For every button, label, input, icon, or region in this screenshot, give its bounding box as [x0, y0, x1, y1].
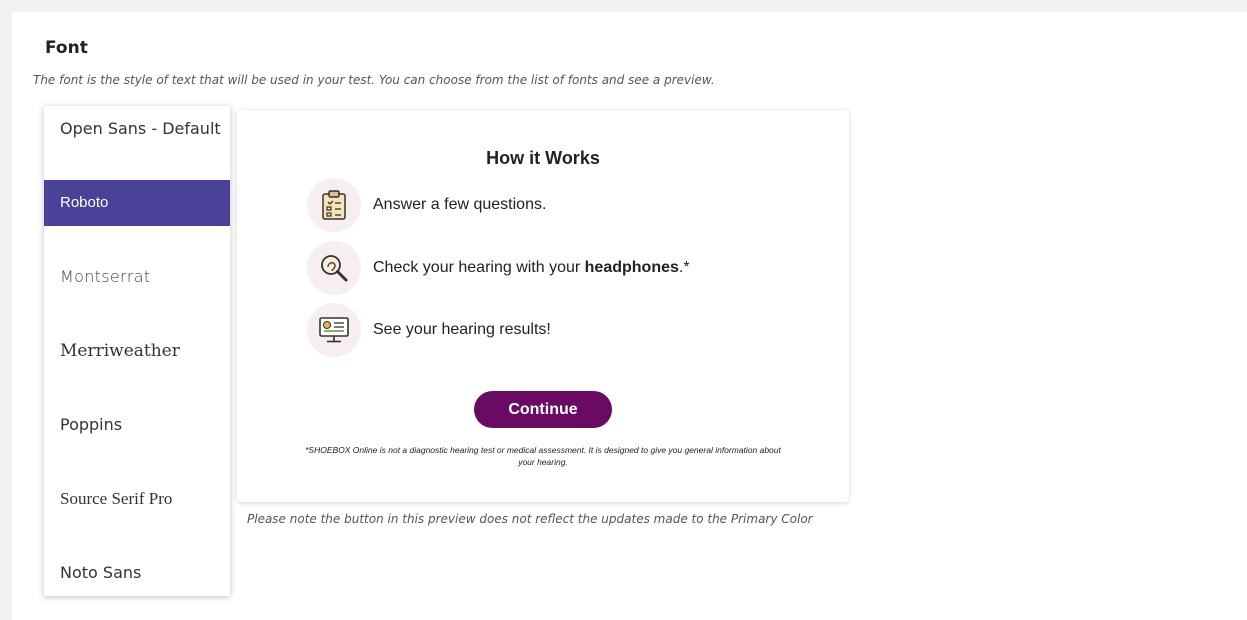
ear-magnifier-icon — [307, 241, 361, 295]
continue-button[interactable]: Continue — [474, 391, 612, 428]
font-option-roboto[interactable]: Roboto — [44, 180, 230, 226]
preview-note: Please note the button in this preview d… — [247, 512, 813, 526]
step-text: Check your hearing with your headphones.… — [373, 259, 690, 276]
font-option-poppins[interactable]: Poppins — [44, 402, 230, 448]
clipboard-icon — [307, 178, 361, 232]
step-see-results: See your hearing results! — [307, 303, 551, 357]
font-list: Open Sans - Default Roboto Montserrat Me… — [44, 106, 230, 596]
disclaimer-text: *SHOEBOX Online is not a diagnostic hear… — [305, 445, 781, 467]
font-option-merriweather[interactable]: Merriweather — [44, 328, 230, 374]
step-check-hearing: Check your hearing with your headphones.… — [307, 241, 690, 295]
preview-title: How it Works — [486, 148, 600, 168]
font-settings-panel: Font The font is the style of text that … — [12, 12, 1247, 620]
step-text: See your hearing results! — [373, 321, 551, 338]
font-option-noto-sans[interactable]: Noto Sans — [44, 550, 230, 596]
section-description: The font is the style of text that will … — [33, 73, 715, 87]
step-text: Answer a few questions. — [373, 196, 547, 213]
step-answer-questions: Answer a few questions. — [307, 178, 546, 232]
font-option-source-serif-pro[interactable]: Source Serif Pro — [44, 476, 230, 522]
font-preview-card: How it Works Answer a few questions. Che… — [237, 110, 849, 502]
font-option-montserrat[interactable]: Montserrat — [44, 254, 230, 300]
font-option-open-sans[interactable]: Open Sans - Default — [44, 106, 230, 152]
monitor-results-icon — [307, 303, 361, 357]
section-title: Font — [45, 38, 88, 58]
